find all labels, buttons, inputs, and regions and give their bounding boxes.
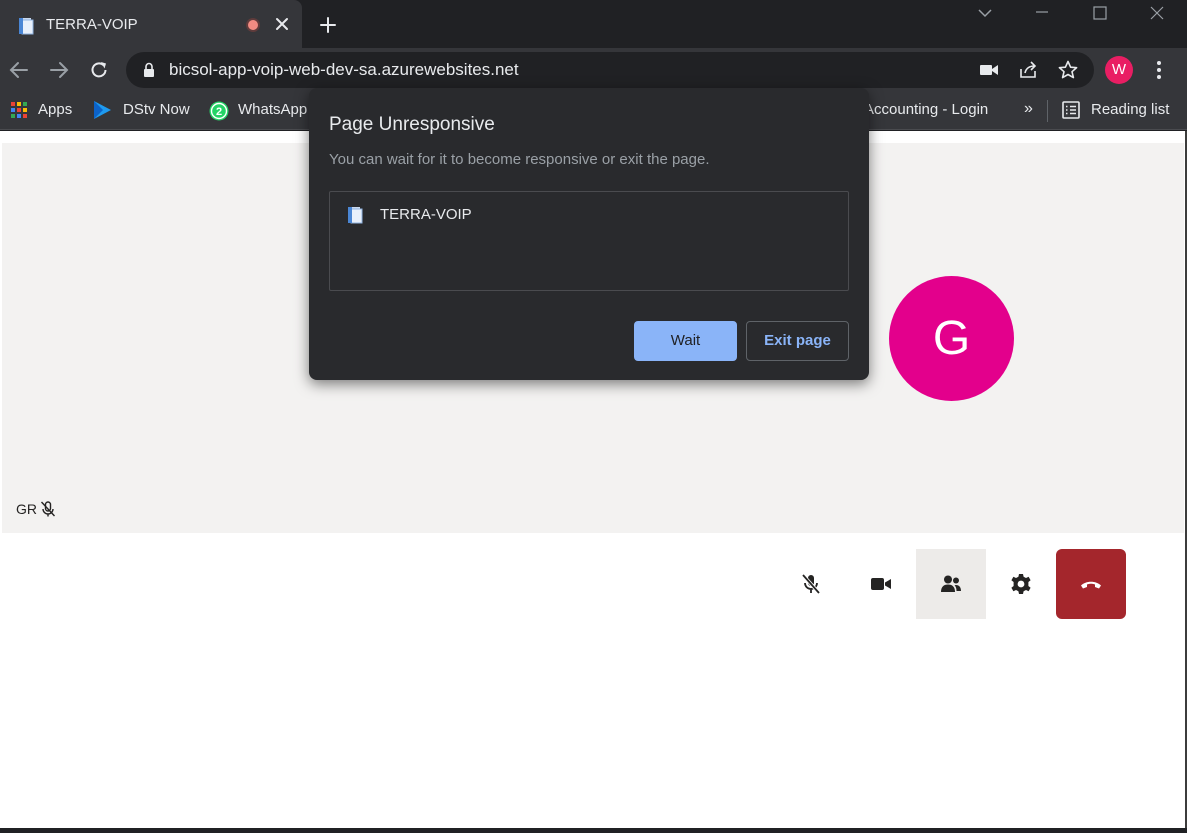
document-icon [19,18,34,35]
share-icon[interactable] [1017,59,1039,81]
kebab-menu-icon[interactable] [1150,59,1168,81]
reading-list-icon[interactable] [1061,100,1081,120]
settings-button[interactable] [986,549,1056,619]
people-icon [941,575,961,592]
bookmark-accounting-login[interactable]: Accounting - Login [864,101,988,119]
reading-list[interactable]: Reading list [1091,101,1169,119]
mute-button[interactable] [776,549,846,619]
hang-up-button[interactable] [1056,549,1126,619]
exit-page-button[interactable]: Exit page [746,321,849,361]
bookmark-dstv-now[interactable]: DStv Now [123,101,190,119]
document-icon [348,207,363,224]
reload-icon[interactable] [88,59,110,81]
recording-indicator-icon [246,18,260,32]
video-camera-icon [871,578,891,590]
phone-hangup-icon [1081,581,1101,589]
window-bottom-edge [0,828,1187,833]
dialog-title: Page Unresponsive [329,114,495,135]
tab-search-chevron-icon[interactable] [976,6,994,20]
minimize-icon[interactable] [1034,5,1050,19]
whatsapp-icon[interactable]: 2 [208,100,230,122]
maximize-icon[interactable] [1092,5,1108,21]
bookmarks-overflow-chevron[interactable]: » [1024,100,1033,118]
dialog-message: You can wait for it to become responsive… [329,151,710,168]
mic-muted-icon [40,501,56,517]
window-close-icon[interactable] [1148,4,1166,22]
participant-avatar: G [889,276,1014,401]
wait-button[interactable]: Wait [634,321,737,361]
unresponsive-page-item: TERRA-VOIP [380,206,472,223]
back-arrow-icon[interactable] [8,60,30,80]
whatsapp-badge: 2 [216,106,222,118]
camera-in-use-icon[interactable] [978,61,1000,79]
gear-icon [1011,574,1031,594]
bookmark-apps[interactable]: Apps [38,101,72,119]
camera-button[interactable] [846,549,916,619]
close-icon[interactable] [273,15,291,33]
dstv-play-icon[interactable] [91,100,113,120]
bookmark-whatsapp[interactable]: WhatsApp [238,101,307,119]
bookmark-star-icon[interactable] [1057,59,1079,81]
url-text[interactable]: bicsol-app-voip-web-dev-sa.azurewebsites… [169,60,519,80]
tab-title: TERRA-VOIP [46,16,138,33]
browser-window: TERRA-VOIP bicsol-app-voip-web-dev-sa.az… [0,0,1187,833]
mic-muted-icon [801,573,821,595]
new-tab-plus-icon[interactable] [318,15,338,35]
apps-grid-icon[interactable] [10,101,28,119]
participant-label: GR [16,501,37,517]
forward-arrow-icon[interactable] [48,60,70,80]
profile-avatar[interactable]: W [1105,56,1133,84]
lock-icon[interactable] [142,61,156,79]
participants-button[interactable] [916,549,986,619]
bookmarks-separator [1047,100,1048,122]
